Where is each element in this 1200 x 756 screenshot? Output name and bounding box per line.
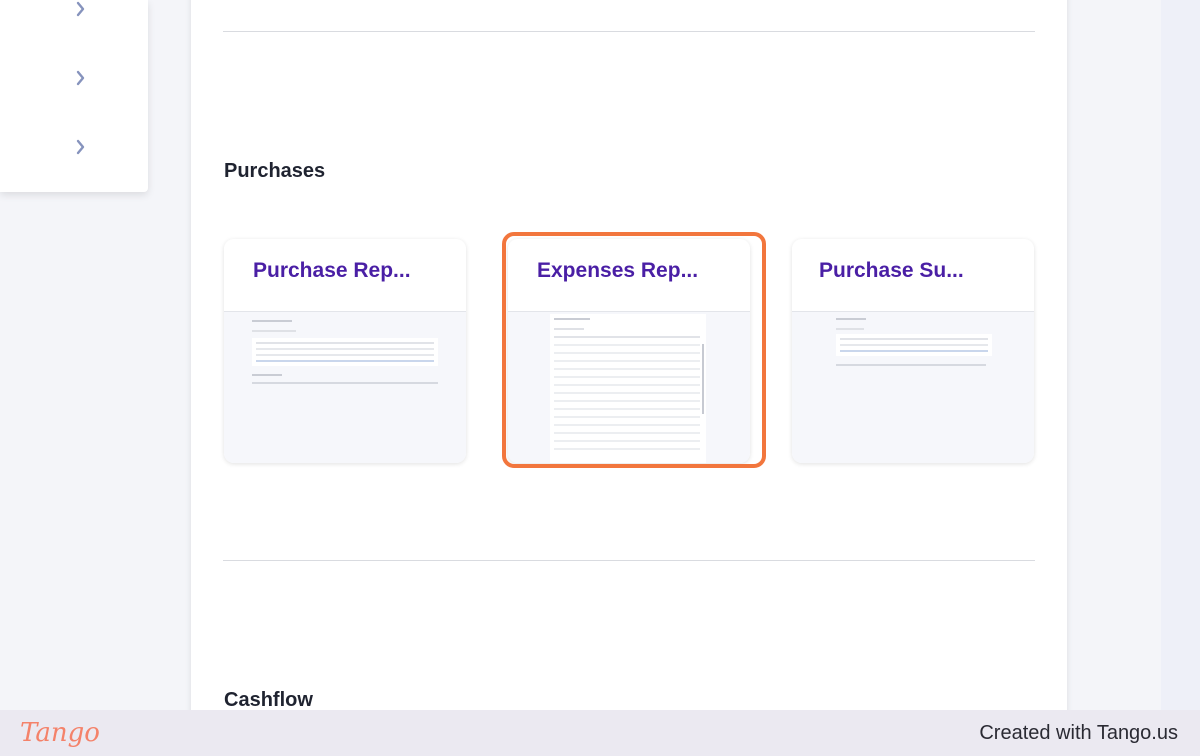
card-title: Purchase Rep...	[253, 259, 411, 282]
sidebar-panel	[0, 0, 148, 192]
report-preview-thumbnail	[224, 312, 466, 463]
report-preview-thumbnail	[508, 312, 750, 463]
section-divider	[223, 560, 1035, 561]
card-header: Purchase Su...	[792, 239, 1034, 312]
chevron-right-icon[interactable]	[72, 69, 90, 87]
right-scroll-area	[1161, 0, 1200, 710]
created-with-credit: Created with Tango.us	[979, 722, 1178, 744]
section-title-purchases: Purchases	[224, 160, 326, 182]
tango-footer: Tango Created with Tango.us	[0, 710, 1200, 756]
report-card-purchase-report[interactable]: Purchase Rep...	[224, 239, 466, 463]
chevron-right-icon[interactable]	[72, 138, 90, 156]
card-header: Expenses Rep...	[508, 239, 750, 312]
section-title-cashflow: Cashflow	[224, 689, 313, 710]
tango-logo: Tango	[20, 718, 100, 748]
card-header: Purchase Rep...	[224, 239, 466, 312]
report-card-purchase-summary[interactable]: Purchase Su...	[792, 239, 1034, 463]
app-screen: Purchases Cashflow Purchase Rep... Expen…	[0, 0, 1200, 710]
report-preview-thumbnail	[792, 312, 1034, 463]
section-divider	[223, 31, 1035, 32]
card-title: Purchase Su...	[819, 259, 964, 282]
report-card-expenses-report[interactable]: Expenses Rep...	[508, 239, 750, 463]
chevron-right-icon[interactable]	[72, 0, 90, 18]
card-title: Expenses Rep...	[537, 259, 699, 282]
